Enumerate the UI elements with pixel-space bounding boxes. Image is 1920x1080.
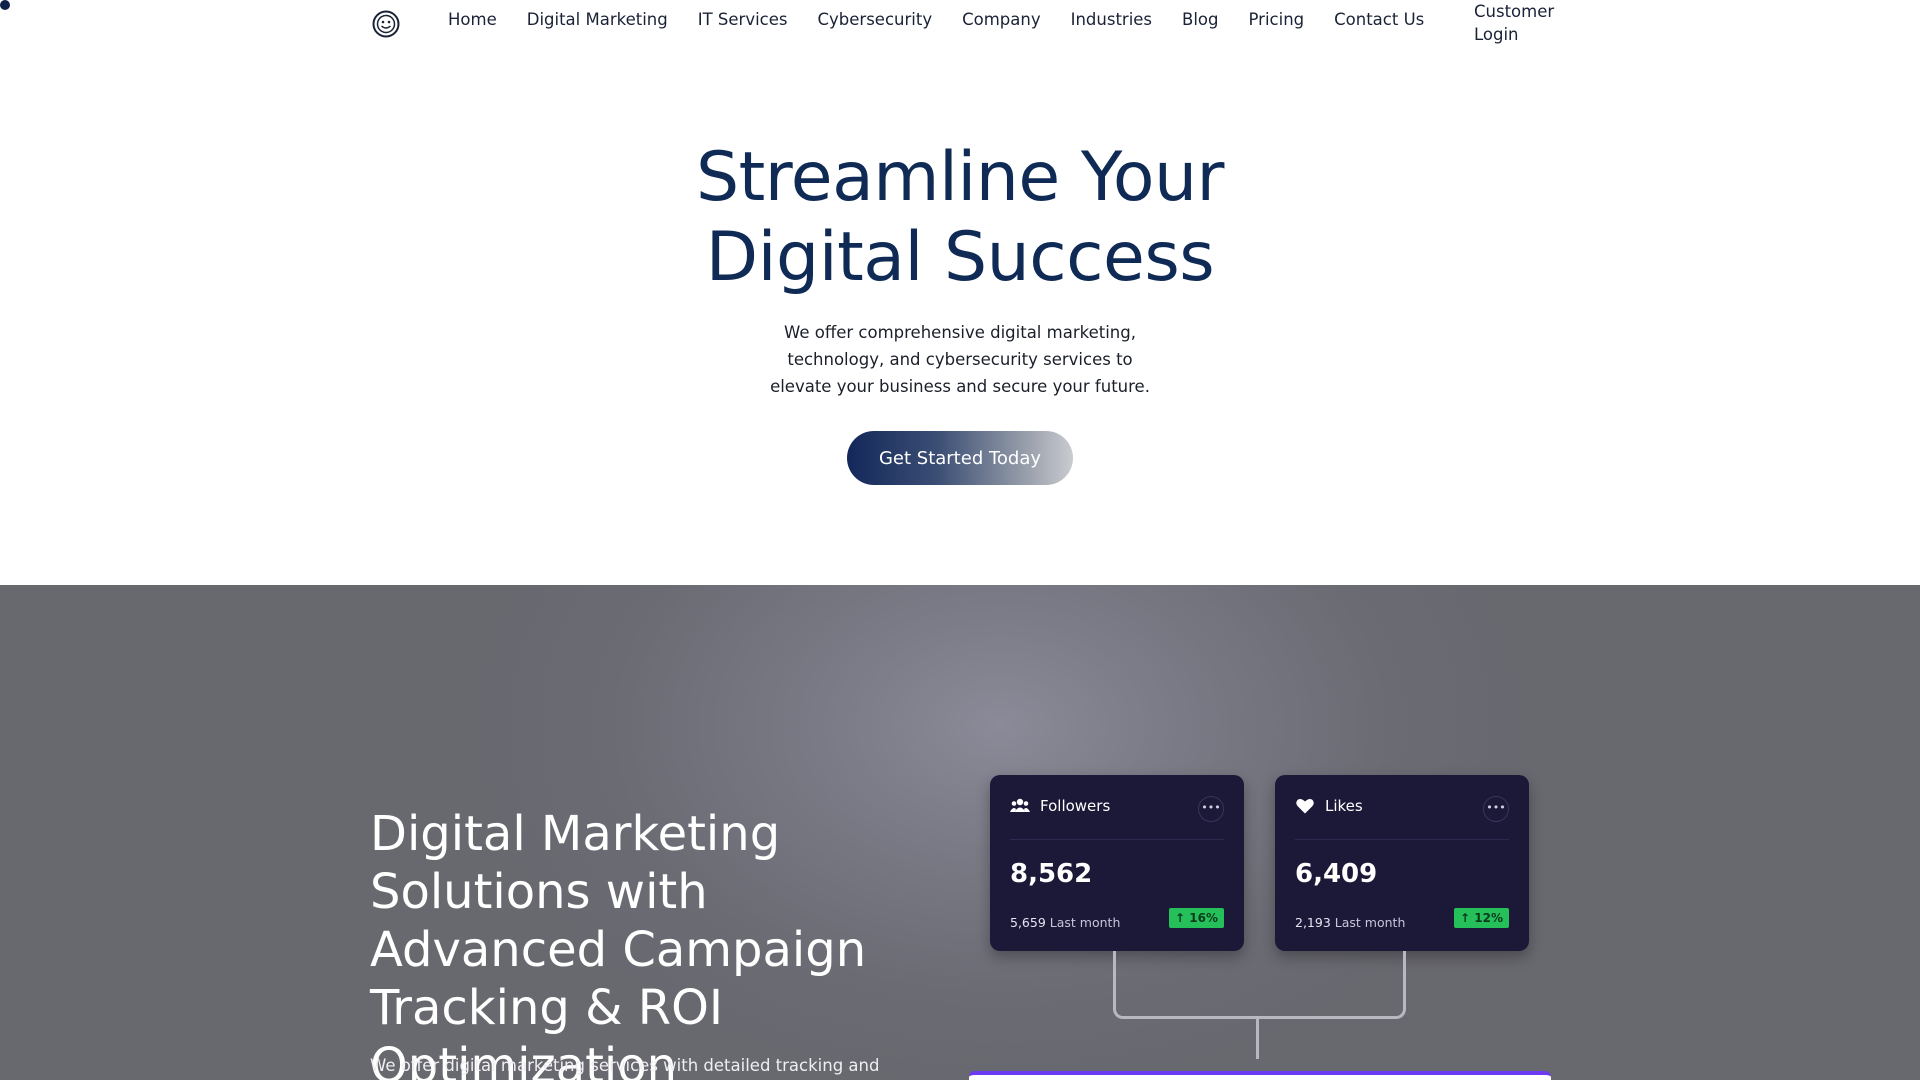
card-header: Likes <box>1295 797 1363 815</box>
card-last-month: 2,193 Last month <box>1295 915 1405 930</box>
nav-cybersecurity[interactable]: Cybersecurity <box>818 9 933 31</box>
nav-digital-marketing[interactable]: Digital Marketing <box>527 9 668 31</box>
card-label: Likes <box>1325 797 1363 815</box>
main-menu: Home Digital Marketing IT Services Cyber… <box>448 9 1454 31</box>
logo-smiley-icon[interactable] <box>370 8 402 40</box>
get-started-button[interactable]: Get Started Today <box>847 431 1073 485</box>
digital-marketing-section: Digital Marketing Solutions with Advance… <box>0 585 1920 1080</box>
customer-login-link[interactable]: Customer Login <box>1474 0 1584 46</box>
card-connector-line <box>1113 951 1406 1019</box>
change-badge: ↑ 12% <box>1454 908 1509 928</box>
section-title: Digital Marketing Solutions with Advance… <box>370 806 867 1080</box>
followers-card: Followers ••• 8,562 5,659 Last month ↑ 1… <box>990 775 1244 951</box>
connector-stem <box>1256 1019 1259 1059</box>
nav-contact-us[interactable]: Contact Us <box>1334 9 1424 31</box>
heart-icon <box>1296 799 1314 814</box>
nav-home[interactable]: Home <box>448 9 497 31</box>
card-header: Followers <box>1010 797 1110 815</box>
last-month-label: Last month <box>1334 915 1406 930</box>
nav-industries[interactable]: Industries <box>1071 9 1152 31</box>
hero-title-line1: Streamline Your <box>695 138 1225 217</box>
top-nav: Home Digital Marketing IT Services Cyber… <box>0 0 1920 60</box>
section-subtitle: We offer digital marketing services with… <box>370 1056 880 1075</box>
card-value: 6,409 <box>1295 859 1378 889</box>
bottom-panel-edge <box>969 1071 1551 1080</box>
users-icon <box>1010 798 1030 812</box>
nav-company[interactable]: Company <box>962 9 1041 31</box>
change-badge: ↑ 16% <box>1169 908 1224 928</box>
nav-blog[interactable]: Blog <box>1182 9 1218 31</box>
hero-subtitle: We offer comprehensive digital marketing… <box>770 323 1150 396</box>
card-label: Followers <box>1040 797 1111 815</box>
nav-pricing[interactable]: Pricing <box>1249 9 1305 31</box>
card-divider <box>1010 839 1224 840</box>
nav-it-services[interactable]: IT Services <box>698 9 788 31</box>
card-last-month: 5,659 Last month <box>1010 915 1120 930</box>
more-options-icon[interactable]: ••• <box>1198 796 1224 822</box>
likes-card: Likes ••• 6,409 2,193 Last month ↑ 12% <box>1275 775 1529 951</box>
last-month-value: 5,659 <box>1010 915 1046 930</box>
more-options-icon[interactable]: ••• <box>1483 796 1509 822</box>
last-month-label: Last month <box>1049 915 1121 930</box>
hero-title: Streamline Your Digital Success <box>560 138 1360 298</box>
hero-title-line2: Digital Success <box>705 218 1215 297</box>
card-value: 8,562 <box>1010 859 1093 889</box>
last-month-value: 2,193 <box>1295 915 1331 930</box>
card-divider <box>1295 839 1509 840</box>
